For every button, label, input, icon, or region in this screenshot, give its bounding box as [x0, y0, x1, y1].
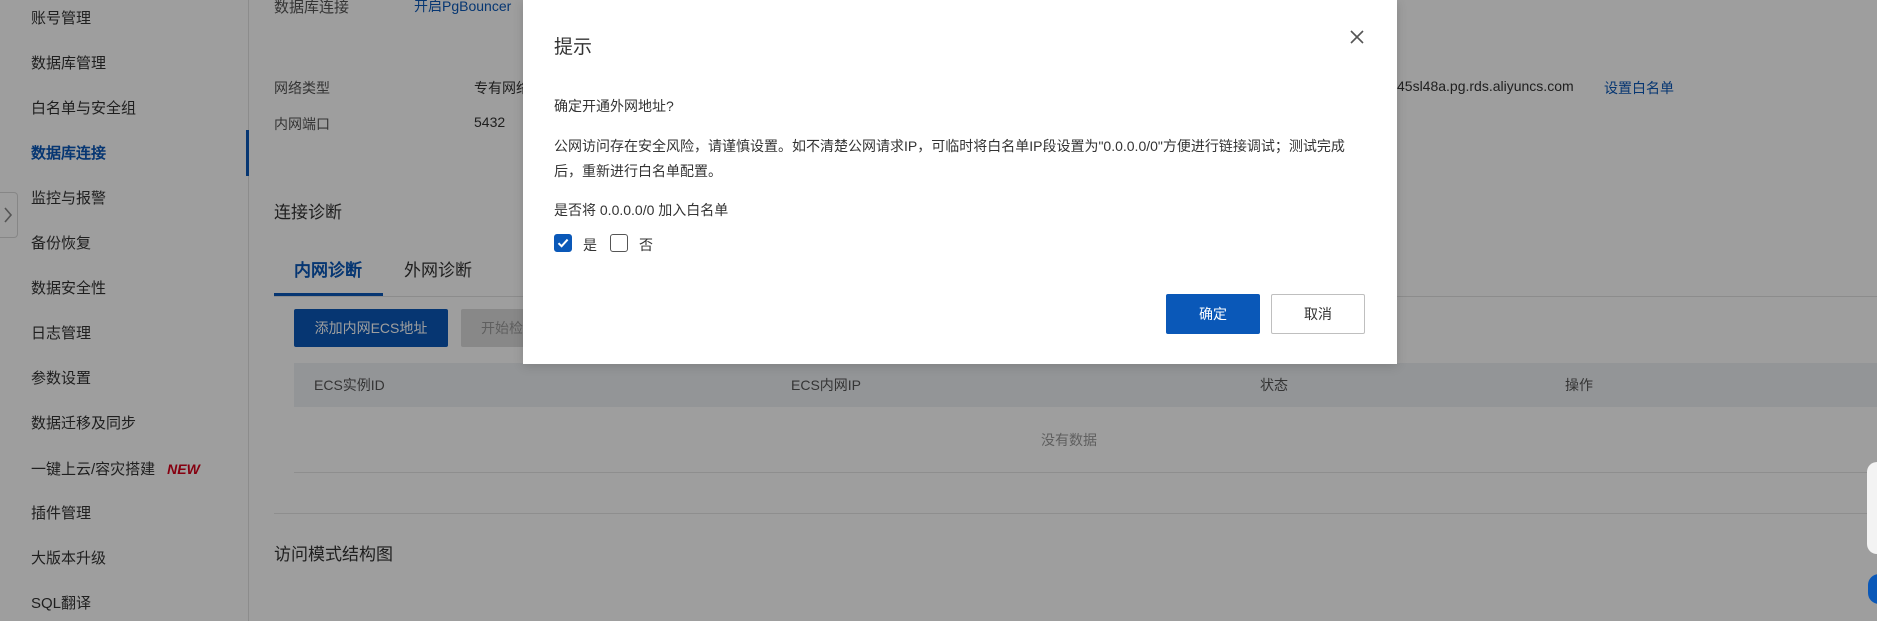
add-whitelist-question: 是否将 0.0.0.0/0 加入白名单	[554, 202, 729, 218]
help-widget[interactable]	[1867, 462, 1877, 554]
close-icon	[1350, 30, 1364, 44]
dialog-warning: 公网访问存在安全风险，请谨慎设置。如不清楚公网请求IP，可临时将白名单IP段设置…	[554, 138, 1345, 179]
yes-checkbox[interactable]	[554, 234, 572, 252]
yes-label[interactable]: 是	[583, 235, 597, 255]
confirm-dialog: 提示 确定开通外网地址? 公网访问存在安全风险，请谨慎设置。如不清楚公网请求IP…	[523, 0, 1397, 364]
no-checkbox[interactable]	[610, 234, 628, 252]
dialog-question: 确定开通外网地址?	[554, 98, 674, 114]
no-label[interactable]: 否	[639, 235, 653, 255]
dialog-title: 提示	[554, 37, 593, 58]
help-button[interactable]	[1868, 574, 1877, 604]
confirm-button[interactable]: 确定	[1166, 294, 1260, 334]
checkmark-icon	[557, 238, 569, 248]
cancel-button[interactable]: 取消	[1271, 294, 1365, 334]
close-button[interactable]	[1347, 27, 1367, 47]
